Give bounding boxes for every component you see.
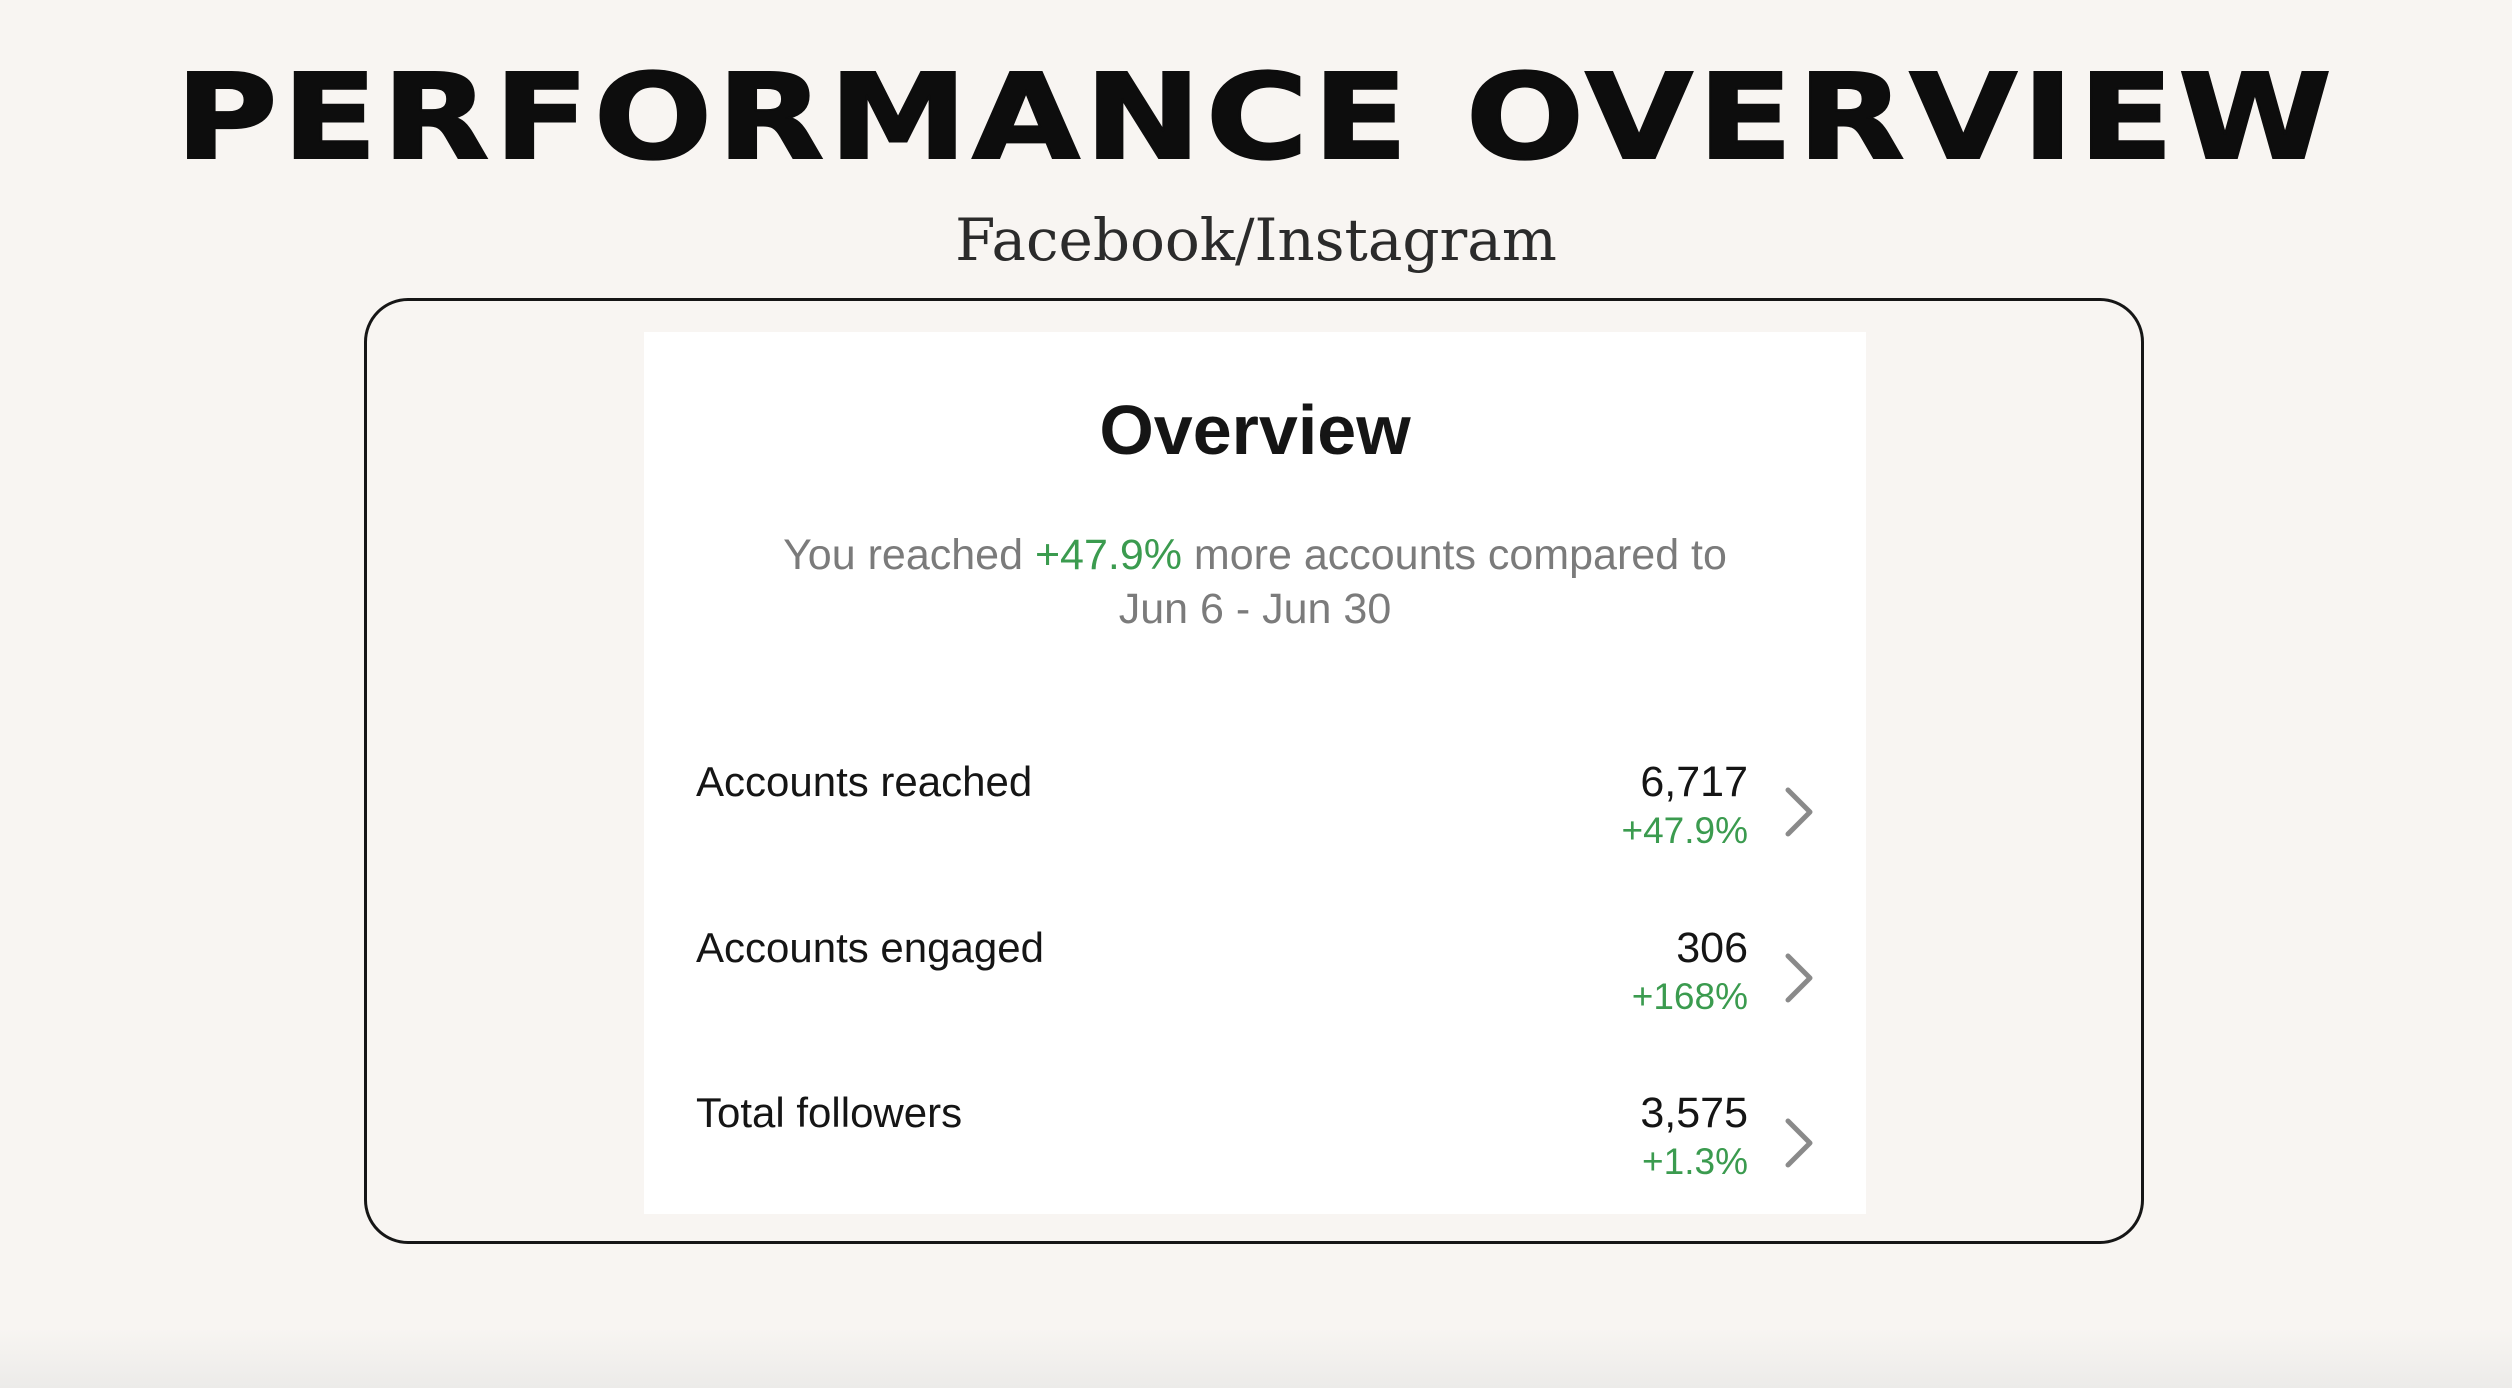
summary-period: Jun 6 - Jun 30 (1118, 585, 1392, 633)
summary-suffix: more accounts compared to (1181, 531, 1727, 579)
summary-prefix: You reached (783, 531, 1035, 579)
metric-value: 306 (1676, 924, 1748, 972)
overview-title: Overview (1099, 391, 1411, 469)
metric-label: Total followers (696, 1089, 963, 1136)
summary-percentage: +47.9% (1034, 531, 1182, 579)
chevron-right-icon[interactable] (1778, 784, 1818, 840)
metric-change: +47.9% (1621, 810, 1748, 851)
bottom-shadow (0, 1328, 2512, 1388)
metric-row-accounts-reached[interactable]: Accounts reached 6,717 +47.9% (696, 756, 1818, 876)
metric-change: +168% (1631, 976, 1748, 1017)
metric-row-accounts-engaged[interactable]: Accounts engaged 306 +168% (696, 922, 1818, 1042)
metric-row-total-followers[interactable]: Total followers 3,575 +1.3% (696, 1087, 1818, 1207)
overview-card: Overview You reached +47.9% more account… (644, 332, 1866, 1214)
metric-value: 6,717 (1640, 758, 1748, 806)
page-title: PERFORMANCE OVERVIEW (174, 48, 2337, 186)
metric-label: Accounts reached (696, 758, 1033, 805)
chevron-right-icon[interactable] (1778, 950, 1818, 1006)
metric-change: +1.3% (1642, 1141, 1748, 1182)
page-subtitle: Facebook/Instagram (955, 206, 1557, 274)
chevron-right-icon[interactable] (1778, 1115, 1818, 1171)
metric-label: Accounts engaged (696, 924, 1044, 971)
overview-summary: You reached +47.9% more accounts compare… (704, 528, 1806, 636)
metric-value: 3,575 (1640, 1089, 1748, 1137)
